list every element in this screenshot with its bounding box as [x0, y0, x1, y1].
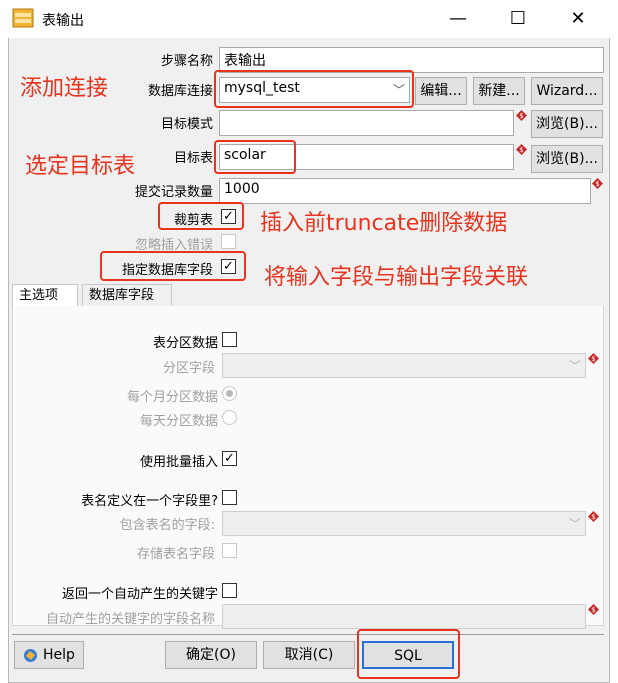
partition-data-checkbox[interactable]: [222, 332, 237, 347]
partition-field-label: 分区字段: [162, 361, 215, 376]
step-name-label: 步骤名称: [160, 54, 213, 69]
highlight-connection: [214, 70, 414, 108]
batch-insert-checkbox[interactable]: ✓: [222, 451, 237, 466]
annotation-truncate: 插入前truncate删除数据: [260, 211, 508, 236]
window-title: 表输出: [42, 13, 84, 29]
table-name-in-field-label: 表名定义在一个字段里?: [81, 494, 218, 509]
tab-main-options[interactable]: 主选项: [12, 284, 78, 306]
partition-daily-label: 每天分区数据: [139, 414, 218, 429]
return-key-checkbox[interactable]: [222, 583, 237, 598]
partition-data-label: 表分区数据: [152, 336, 218, 351]
store-table-name-label: 存储表名字段: [136, 547, 215, 562]
partition-monthly-label: 每个月分区数据: [126, 390, 218, 405]
target-table-label: 目标表: [173, 151, 213, 166]
svg-text:$: $: [595, 180, 599, 188]
partition-monthly-radio[interactable]: [222, 386, 237, 401]
chevron-down-icon: ﹀: [568, 517, 581, 531]
svg-text:$: $: [591, 513, 595, 521]
partition-daily-radio[interactable]: [222, 410, 237, 425]
target-schema-input[interactable]: [219, 110, 514, 136]
variable-icon: $: [592, 178, 603, 189]
table-output-icon: [12, 8, 34, 28]
svg-text:$: $: [519, 112, 523, 120]
target-schema-label: 目标模式: [160, 117, 213, 132]
key-field-name-input[interactable]: [222, 604, 586, 629]
table-name-in-field-checkbox[interactable]: [222, 490, 237, 505]
chevron-down-icon: ﹀: [568, 359, 581, 373]
ok-button[interactable]: 确定(O): [165, 641, 257, 669]
variable-icon: $: [588, 353, 599, 364]
maximize-button[interactable]: ☐: [498, 4, 538, 34]
variable-icon: $: [516, 110, 527, 121]
help-icon: [24, 649, 37, 662]
variable-icon: $: [516, 144, 527, 155]
key-field-name-label: 自动产生的关键字的字段名称: [45, 612, 215, 627]
wizard-button[interactable]: Wizard...: [531, 77, 603, 105]
svg-text:$: $: [591, 606, 595, 614]
title-bar: 表输出 — ☐ ✕: [0, 0, 618, 38]
highlight-target-table: [214, 140, 296, 174]
browse-table-button[interactable]: 浏览(B)...: [531, 145, 603, 173]
cancel-button[interactable]: 取消(C): [263, 641, 355, 669]
store-table-name-checkbox[interactable]: [222, 543, 237, 558]
batch-insert-label: 使用批量插入: [139, 455, 218, 470]
highlight-truncate: [158, 202, 244, 230]
close-button[interactable]: ✕: [558, 4, 598, 34]
tab-database-fields[interactable]: 数据库字段: [82, 284, 172, 306]
variable-icon: $: [588, 511, 599, 522]
help-button[interactable]: Help: [14, 641, 84, 669]
table-name-field-select[interactable]: ﹀: [222, 511, 586, 536]
edit-connection-button[interactable]: 编辑...: [415, 77, 467, 105]
highlight-specify-fields: [100, 251, 246, 281]
commit-size-label: 提交记录数量: [134, 185, 213, 200]
browse-schema-button[interactable]: 浏览(B)...: [531, 110, 603, 138]
svg-text:$: $: [519, 146, 523, 154]
return-key-label: 返回一个自动产生的关键字: [61, 587, 218, 602]
variable-icon: $: [588, 604, 599, 615]
help-label: Help: [43, 647, 75, 663]
commit-size-input[interactable]: 1000: [219, 178, 591, 204]
highlight-sql-button: [357, 629, 460, 679]
ignore-errors-checkbox[interactable]: [221, 234, 236, 249]
table-name-field-label: 包含表名的字段:: [119, 518, 215, 533]
tab-strip: 主选项 数据库字段: [12, 284, 604, 307]
annotation-select-table: 选定目标表: [25, 154, 136, 179]
footer-divider: [12, 634, 604, 635]
minimize-button[interactable]: —: [438, 4, 478, 34]
connection-label: 数据库连接: [147, 84, 213, 99]
new-connection-button[interactable]: 新建...: [473, 77, 525, 105]
partition-field-select[interactable]: ﹀: [222, 353, 586, 378]
annotation-add-connection: 添加连接: [20, 76, 109, 101]
svg-text:$: $: [591, 355, 595, 363]
